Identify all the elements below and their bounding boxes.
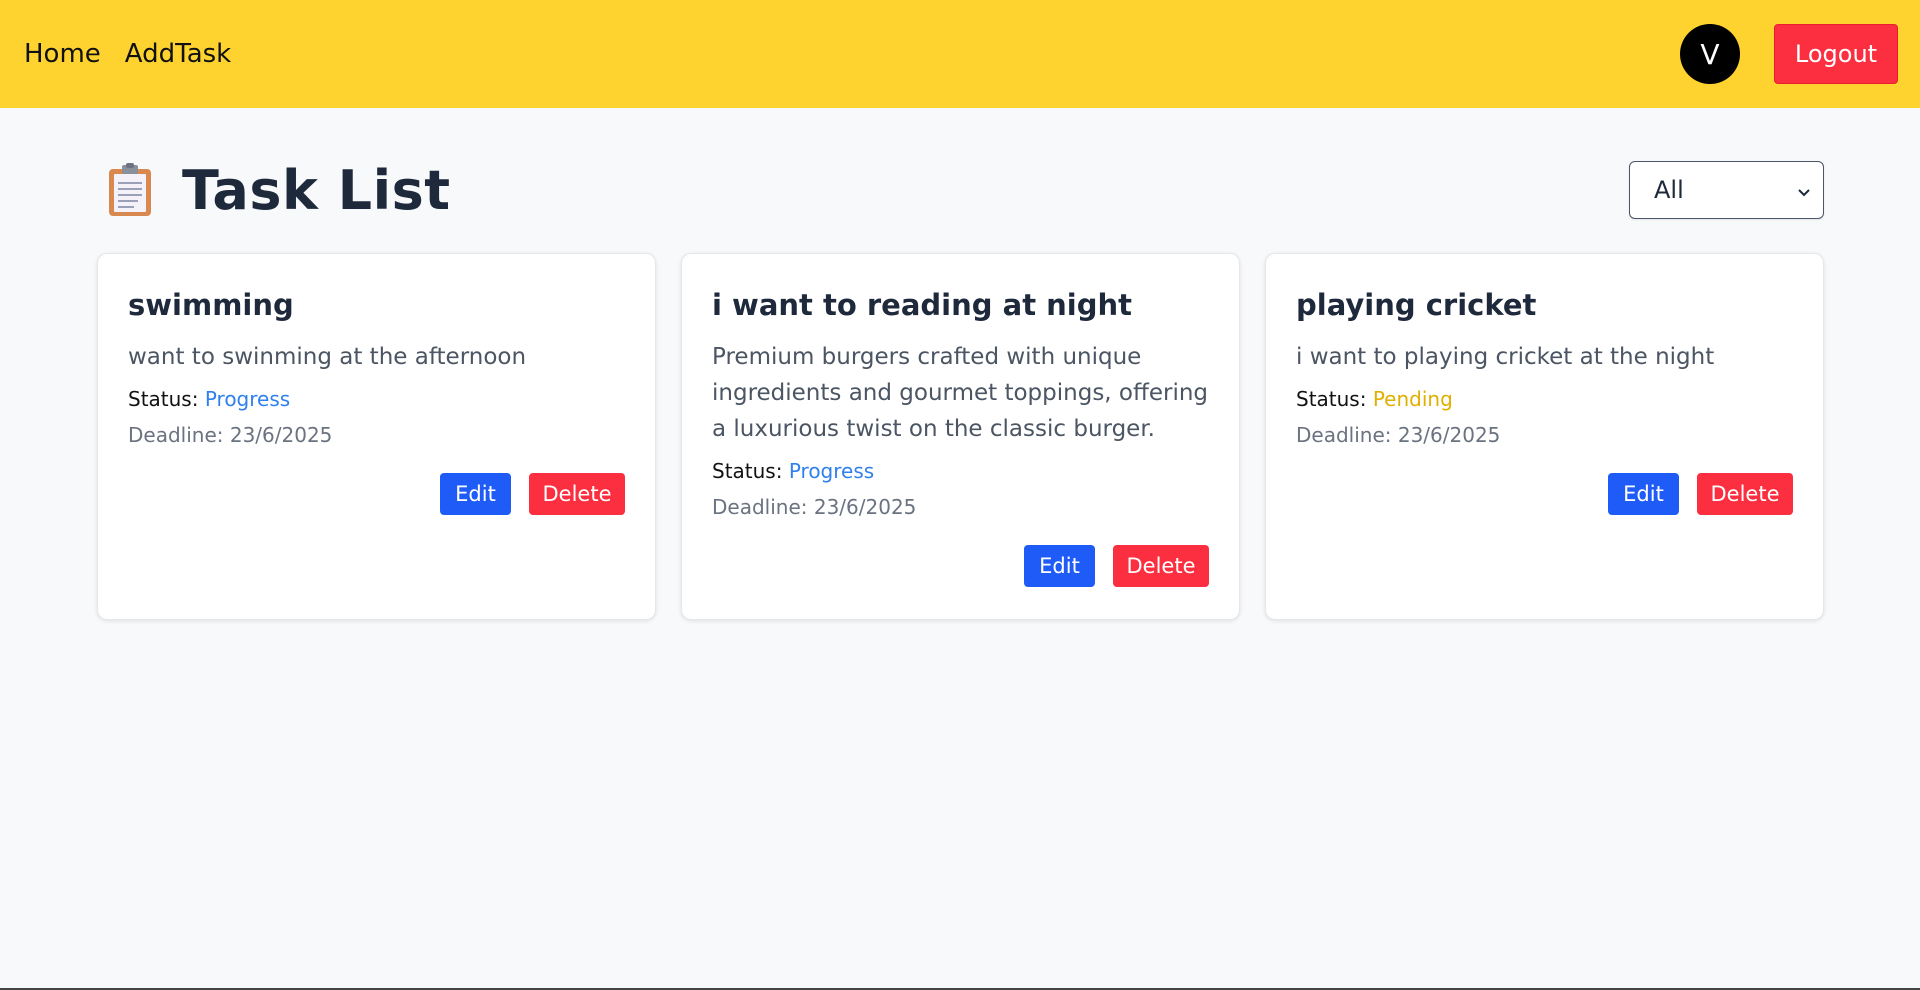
logout-button[interactable]: Logout [1774, 24, 1898, 84]
status-filter-select[interactable]: All [1629, 161, 1824, 219]
task-status-badge: Progress [788, 458, 875, 483]
task-status-badge: Pending [1372, 386, 1453, 411]
task-title: swimming [128, 288, 294, 322]
page-header: Task List All [97, 150, 1824, 230]
task-status-row: Status: Pending [1296, 381, 1793, 417]
edit-button[interactable]: Edit [440, 472, 511, 515]
task-description: Premium burgers crafted with unique ingr… [712, 343, 1209, 442]
delete-button[interactable]: Delete [529, 472, 625, 515]
task-deadline: Deadline: 23/6/2025 [1296, 422, 1501, 447]
task-card: swimming want to swinming at the afterno… [97, 253, 656, 620]
task-actions: Edit Delete [128, 472, 625, 515]
page-title: Task List [182, 158, 451, 222]
task-status-label: Status: [712, 458, 783, 483]
filter-selected-value: All [1654, 176, 1684, 204]
clipboard-icon [108, 163, 152, 217]
task-card: i want to reading at night Premium burge… [681, 253, 1240, 620]
chevron-down-icon [1797, 176, 1811, 204]
nav-link-add-task[interactable]: AddTask [125, 39, 231, 69]
edit-button[interactable]: Edit [1024, 544, 1095, 587]
task-status-row: Status: Progress [712, 453, 1209, 489]
delete-button[interactable]: Delete [1697, 472, 1793, 515]
avatar[interactable]: V [1680, 24, 1740, 84]
delete-button[interactable]: Delete [1113, 544, 1209, 587]
task-status-label: Status: [1296, 386, 1367, 411]
task-status-row: Status: Progress [128, 381, 625, 417]
task-title: i want to reading at night [712, 288, 1133, 322]
task-actions: Edit Delete [712, 544, 1209, 587]
nav-link-home[interactable]: Home [24, 39, 101, 69]
nav-right: V Logout [1680, 24, 1898, 84]
task-description: want to swinming at the afternoon [128, 343, 527, 370]
task-card-list: swimming want to swinming at the afterno… [97, 253, 1824, 620]
nav-links: Home AddTask [24, 39, 231, 69]
task-status-label: Status: [128, 386, 199, 411]
task-deadline: Deadline: 23/6/2025 [128, 422, 333, 447]
task-status-badge: Progress [204, 386, 291, 411]
task-card: playing cricket i want to playing cricke… [1265, 253, 1824, 620]
task-deadline: Deadline: 23/6/2025 [712, 494, 917, 519]
navbar: Home AddTask V Logout [0, 0, 1920, 108]
task-description: i want to playing cricket at the night [1296, 343, 1715, 370]
task-actions: Edit Delete [1296, 472, 1793, 515]
edit-button[interactable]: Edit [1608, 472, 1679, 515]
task-title: playing cricket [1296, 288, 1537, 322]
